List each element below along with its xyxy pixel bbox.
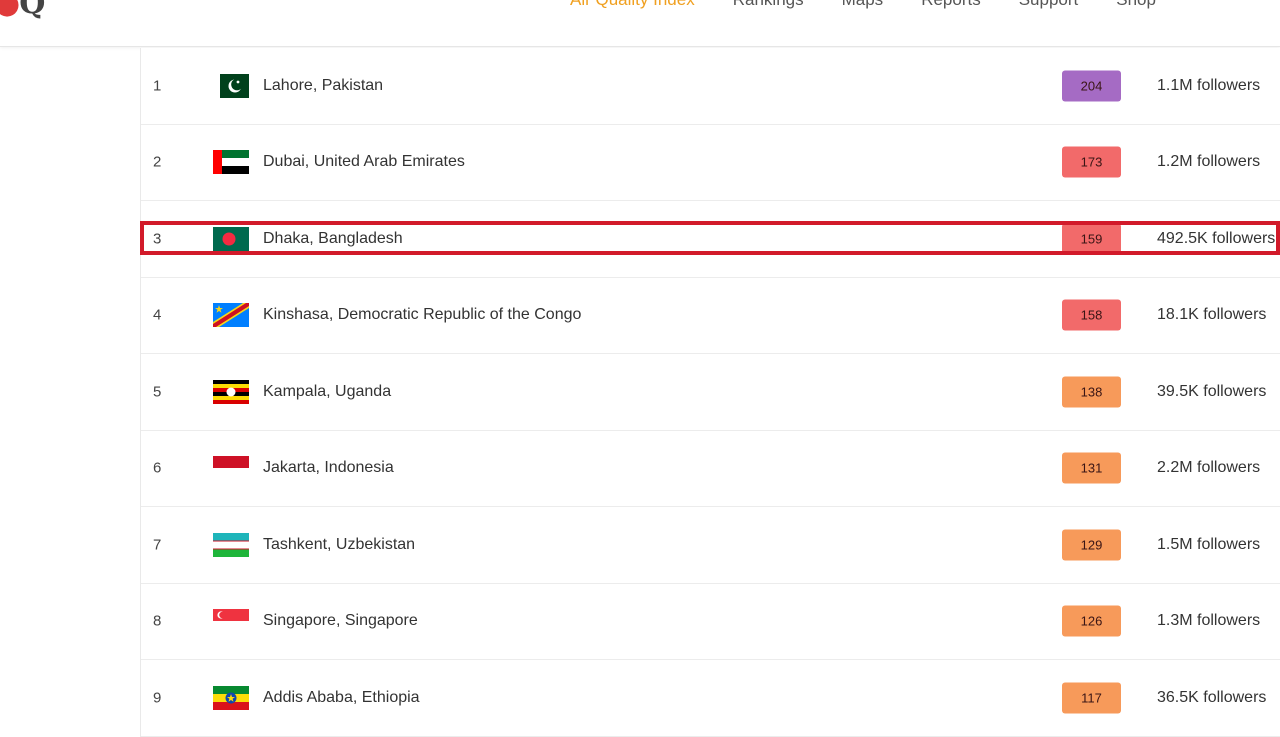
city-name[interactable]: Jakarta, Indonesia	[263, 459, 394, 477]
city-name[interactable]: Lahore, Pakistan	[263, 77, 383, 95]
site-logo[interactable]: ●Q	[0, 0, 45, 21]
city-name[interactable]: Tashkent, Uzbekistan	[263, 536, 415, 554]
rank-number: 3	[153, 230, 162, 248]
aqi-score-badge: 173	[1062, 146, 1121, 178]
followers-count: 1.1M followers	[1157, 76, 1261, 94]
followers-count: 36.5K followers	[1157, 688, 1267, 706]
city-name[interactable]: Dhaka, Bangladesh	[263, 230, 403, 248]
aqi-score-badge: 204	[1062, 70, 1121, 102]
table-row[interactable]: 3 Dhaka, Bangladesh 159 492.5K followers	[141, 201, 1280, 278]
followers-count: 1.2M followers	[1157, 153, 1261, 171]
table-row[interactable]: 7 Tashkent, Uzbekistan 129 1.5M follower…	[141, 507, 1280, 584]
city-ranking-table: 1 Lahore, Pakistan 204 1.1M followers 2 …	[140, 48, 1280, 737]
table-row[interactable]: 4 Kinshasa, Democratic Republic of the C…	[141, 277, 1280, 354]
table-row[interactable]: 9 Addis Ababa, Ethiopia 117 36.5K follow…	[141, 660, 1280, 737]
aqi-score-badge: 159	[1062, 223, 1121, 255]
rank-number: 1	[153, 77, 162, 95]
pakistan-flag-icon	[213, 73, 249, 98]
table-row[interactable]: 2 Dubai, United Arab Emirates 173 1.2M f…	[141, 124, 1280, 201]
aqi-score-badge: 138	[1062, 376, 1121, 408]
table-row[interactable]: 5 Kampala, Uganda 138 39.5K followers	[141, 354, 1280, 431]
followers-count: 1.5M followers	[1157, 535, 1261, 553]
bangladesh-flag-icon	[213, 226, 249, 251]
uae-flag-icon	[213, 150, 249, 175]
aqi-score-badge: 117	[1062, 682, 1121, 714]
city-name[interactable]: Kinshasa, Democratic Republic of the Con…	[263, 306, 581, 324]
table-row[interactable]: 6 Jakarta, Indonesia 131 2.2M followers	[141, 430, 1280, 507]
rank-number: 8	[153, 612, 162, 630]
followers-count: 492.5K followers	[1157, 229, 1276, 247]
nav-item-shop[interactable]: Shop	[1116, 0, 1156, 12]
main-nav: Air Quality Index Rankings Maps Reports …	[570, 0, 1156, 12]
followers-count: 39.5K followers	[1157, 382, 1267, 400]
nav-item-rankings[interactable]: Rankings	[733, 0, 804, 12]
rank-number: 4	[153, 306, 162, 324]
indonesia-flag-icon	[213, 456, 249, 481]
nav-item-support[interactable]: Support	[1019, 0, 1079, 12]
followers-count: 18.1K followers	[1157, 306, 1267, 324]
nav-item-reports[interactable]: Reports	[921, 0, 981, 12]
city-name[interactable]: Dubai, United Arab Emirates	[263, 153, 465, 171]
followers-count: 2.2M followers	[1157, 459, 1261, 477]
aqi-score-badge: 126	[1062, 605, 1121, 637]
table-row[interactable]: 8 Singapore, Singapore 126 1.3M follower…	[141, 583, 1280, 660]
nav-item-maps[interactable]: Maps	[842, 0, 884, 12]
rank-number: 9	[153, 689, 162, 707]
rank-number: 7	[153, 536, 162, 554]
drc-flag-icon	[213, 303, 249, 328]
city-name[interactable]: Addis Ababa, Ethiopia	[263, 689, 420, 707]
rank-number: 2	[153, 153, 162, 171]
uganda-flag-icon	[213, 379, 249, 404]
aqi-score-badge: 129	[1062, 529, 1121, 561]
aqi-score-badge: 158	[1062, 299, 1121, 331]
rank-number: 6	[153, 459, 162, 477]
uzbekistan-flag-icon	[213, 532, 249, 557]
ethiopia-flag-icon	[213, 685, 249, 710]
nav-item-air-quality-index[interactable]: Air Quality Index	[570, 0, 695, 12]
city-name[interactable]: Kampala, Uganda	[263, 383, 391, 401]
top-navigation-bar: ●Q Air Quality Index Rankings Maps Repor…	[0, 0, 1280, 47]
city-name[interactable]: Singapore, Singapore	[263, 612, 418, 630]
table-row[interactable]: 1 Lahore, Pakistan 204 1.1M followers	[141, 48, 1280, 125]
aqi-score-badge: 131	[1062, 452, 1121, 484]
rank-number: 5	[153, 383, 162, 401]
singapore-flag-icon	[213, 609, 249, 634]
followers-count: 1.3M followers	[1157, 612, 1261, 630]
